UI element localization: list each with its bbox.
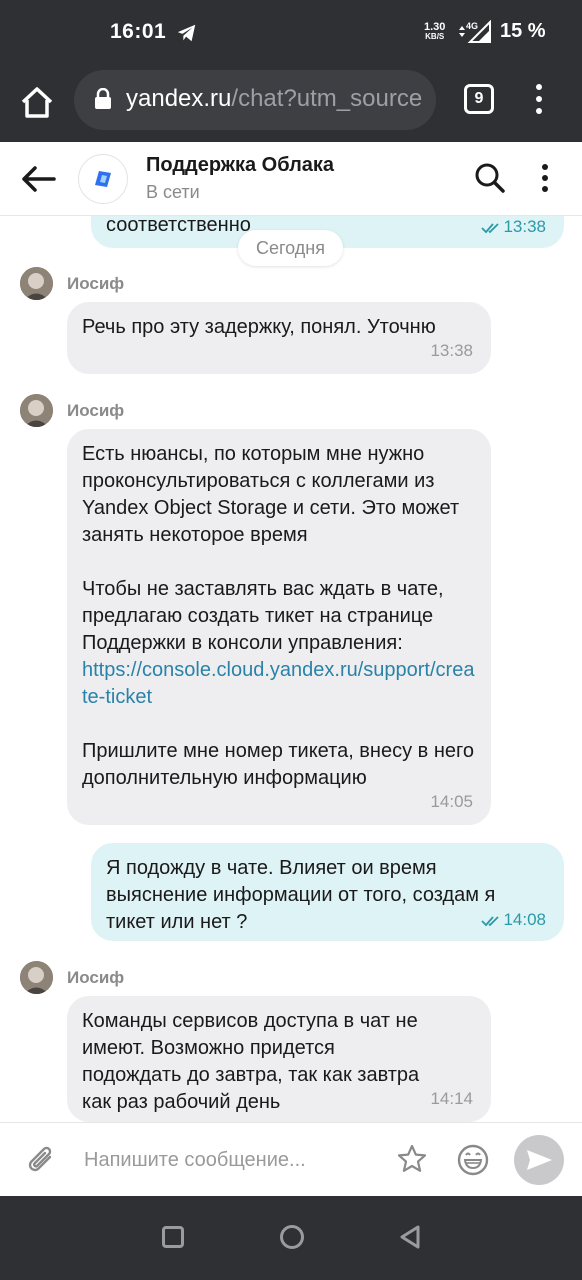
emoji-icon[interactable] xyxy=(456,1143,490,1177)
tab-count-button[interactable]: 9 xyxy=(464,84,494,114)
home-nav-button[interactable] xyxy=(280,1225,304,1249)
message-text: Команды сервисов доступа в чат не имеют.… xyxy=(82,1010,425,1113)
message-time: 14:14 xyxy=(430,1089,473,1108)
dot-icon xyxy=(542,186,548,192)
dot-icon xyxy=(542,164,548,170)
browser-toolbar: yandex.ru/chat?utm_source 9 xyxy=(0,64,582,142)
network-speed-unit: KB/S xyxy=(425,32,445,41)
search-icon[interactable] xyxy=(474,162,506,194)
browser-menu-button[interactable] xyxy=(530,84,548,114)
message-text: соответственно xyxy=(106,216,251,236)
user-photo-icon xyxy=(20,267,53,300)
lock-icon xyxy=(95,88,111,109)
send-icon xyxy=(527,1150,552,1170)
url-text: yandex.ru/chat?utm_source xyxy=(126,85,422,113)
signal-icon: 4G xyxy=(459,20,491,43)
double-check-icon xyxy=(481,915,500,926)
message-outgoing: Я подожду в чате. Влияет ои время выясне… xyxy=(91,843,564,941)
support-ticket-link[interactable]: https://console.cloud.yandex.ru/support/… xyxy=(82,657,475,711)
message-incoming: Речь про эту задержку, понял. Уточню 13:… xyxy=(67,302,491,374)
dot-icon xyxy=(536,108,542,114)
message-incoming: Команды сервисов доступа в чат не имеют.… xyxy=(67,996,491,1122)
message-time: 13:38 xyxy=(430,341,473,360)
message-incoming: Есть нюансы, по которым мне нужно прокон… xyxy=(67,429,491,825)
battery-level: 15 % xyxy=(500,20,546,42)
recent-apps-button[interactable] xyxy=(162,1226,184,1248)
message-text: Речь про эту задержку, понял. Уточню xyxy=(82,316,436,338)
message-time-value: 14:08 xyxy=(503,910,546,929)
address-bar[interactable]: yandex.ru/chat?utm_source xyxy=(74,70,436,130)
avatar[interactable] xyxy=(20,394,53,427)
user-photo-icon xyxy=(20,961,53,994)
status-bar: 16:01 1.30 KB/S 4G 15 % xyxy=(0,0,582,64)
user-photo-icon xyxy=(20,394,53,427)
home-icon[interactable] xyxy=(18,83,56,121)
dot-icon xyxy=(536,84,542,90)
message-composer xyxy=(0,1122,582,1196)
message-time: 14:08 xyxy=(481,906,546,933)
online-status: В сети xyxy=(146,182,200,202)
arrow-left-icon[interactable] xyxy=(20,162,58,196)
date-divider: Сегодня xyxy=(238,230,343,266)
message-paragraph: Пришлите мне номер тикета, внесу в него … xyxy=(82,740,480,789)
message-text: Я подожду в чате. Влияет ои время выясне… xyxy=(106,857,501,933)
message-time-value: 13:38 xyxy=(503,217,546,236)
cloud-logo-icon xyxy=(95,171,111,187)
chat-header: Поддержка Облака В сети xyxy=(0,142,582,216)
back-nav-icon[interactable] xyxy=(398,1224,422,1250)
url-domain: yandex.ru xyxy=(126,85,232,112)
paperclip-icon[interactable] xyxy=(24,1143,58,1179)
avatar[interactable] xyxy=(20,961,53,994)
message-time: 13:38 xyxy=(481,216,546,240)
network-speed: 1.30 KB/S xyxy=(424,22,445,42)
star-icon[interactable] xyxy=(396,1143,428,1175)
support-avatar xyxy=(78,154,128,204)
message-input[interactable] xyxy=(84,1143,374,1177)
double-check-icon xyxy=(481,222,500,233)
network-type: 4G xyxy=(466,21,478,31)
system-nav-bar xyxy=(0,1196,582,1280)
send-button[interactable] xyxy=(514,1135,564,1185)
sender-name: Иосиф xyxy=(67,274,125,293)
sender-name: Иосиф xyxy=(67,401,125,420)
message-paragraph: Чтобы не заставлять вас ждать в чате, пр… xyxy=(82,578,450,654)
chat-title: Поддержка Облака xyxy=(146,154,335,176)
dot-icon xyxy=(542,175,548,181)
message-paragraph: Есть нюансы, по которым мне нужно прокон… xyxy=(82,443,465,546)
url-path: /chat?utm_source xyxy=(231,85,423,112)
avatar[interactable] xyxy=(20,267,53,300)
telegram-icon xyxy=(177,24,196,42)
more-vertical-icon[interactable] xyxy=(536,162,554,194)
status-time: 16:01 xyxy=(110,20,167,43)
sender-name: Иосиф xyxy=(67,968,125,987)
dot-icon xyxy=(536,96,542,102)
message-list[interactable]: соответственно 13:38 Сегодня Иосиф Речь … xyxy=(0,216,582,1122)
message-time: 14:05 xyxy=(430,792,473,811)
